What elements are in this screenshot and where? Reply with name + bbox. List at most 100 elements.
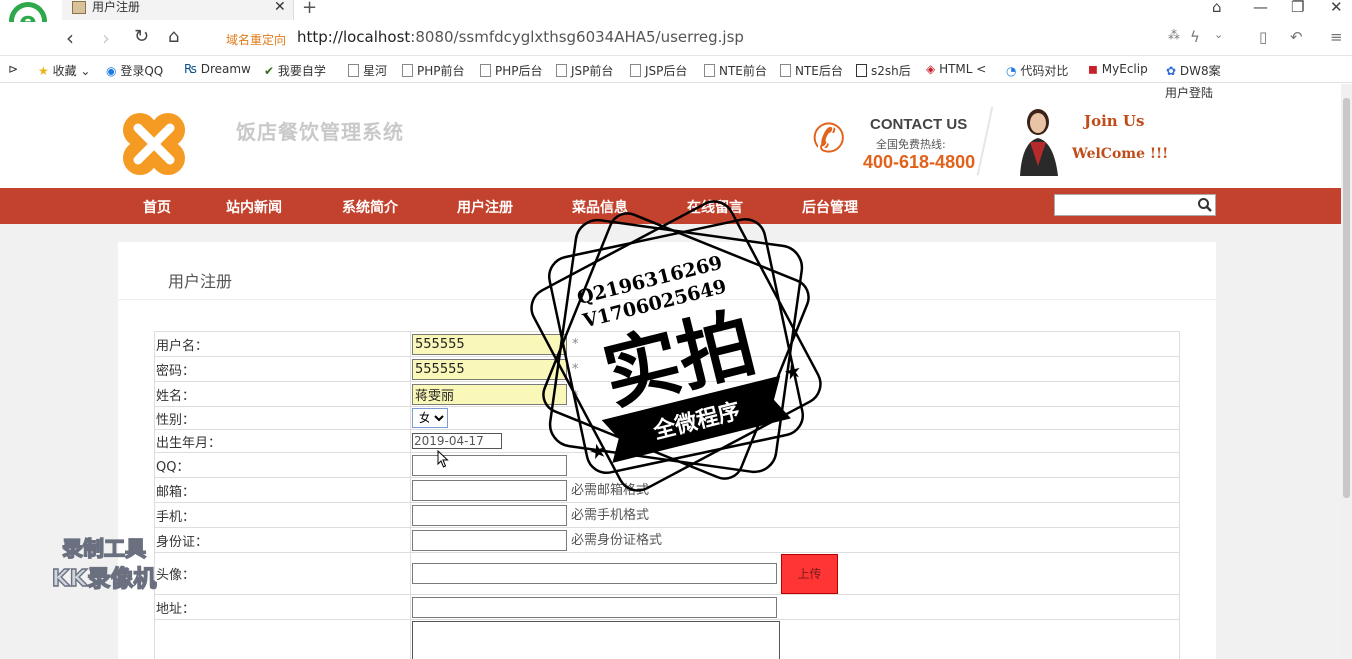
watermark-line-2: KK录像机	[52, 565, 157, 592]
nav-item-intro[interactable]: 系统简介	[342, 197, 398, 217]
grid-icon[interactable]: ⁂	[1168, 28, 1180, 42]
avatar-label: 头像：	[154, 552, 411, 595]
form-row-textarea	[154, 619, 1180, 659]
page-icon	[556, 64, 567, 77]
woman-avatar-icon	[1020, 109, 1058, 176]
mobile-hint: 必需手机格式	[571, 508, 650, 523]
bookmark-item[interactable]: PHP前台	[402, 62, 465, 79]
url-field[interactable]: http://localhost:8080/ssmfdcyglxthsg6034…	[297, 28, 744, 46]
tab-title: 用户注册	[92, 0, 141, 14]
remark-textarea[interactable]	[412, 620, 780, 659]
hotline-label: 全国免费热线:	[876, 138, 946, 151]
menu-icon[interactable]: ≡	[1330, 28, 1343, 46]
mobile-label: 手机：	[154, 502, 411, 528]
bookmark-item[interactable]: NTE后台	[780, 62, 843, 79]
site-search	[1054, 194, 1216, 216]
bookmark-item[interactable]: ◔ 代码对比	[1006, 62, 1068, 79]
sidebar-toggle-icon[interactable]: ⊳	[8, 62, 18, 76]
contact-label: CONTACT US	[870, 116, 968, 133]
form-row-address: 地址：	[154, 594, 1180, 620]
study-icon: ✔	[264, 64, 275, 78]
gender-label: 性别：	[154, 406, 411, 430]
bookmark-item[interactable]: ✔ 我要自学	[264, 62, 326, 79]
page-icon	[402, 64, 413, 77]
nav-item-register[interactable]: 用户注册	[457, 197, 513, 217]
minimize-icon[interactable]: —	[1253, 0, 1268, 16]
skin-icon[interactable]: ⌂	[1212, 0, 1222, 16]
watermark-stamp: Q2196316269 V1706025649 实拍 全微程序 ★ ★	[530, 200, 822, 492]
contact-banner: ✆ CONTACT US 全国免费热线: 400-618-4800	[812, 112, 982, 176]
nav-item-news[interactable]: 站内新闻	[226, 197, 282, 217]
reload-icon[interactable]: ↻	[134, 26, 149, 47]
url-host: http://localhost	[297, 28, 411, 46]
home-icon[interactable]: ⌂	[168, 26, 179, 47]
textarea-cell	[410, 619, 1180, 659]
back-icon[interactable]: ‹	[66, 26, 74, 50]
search-icon[interactable]	[1196, 196, 1214, 214]
hotline-number: 400-618-4800	[863, 152, 976, 172]
active-tab[interactable]: 用户注册 ✕	[62, 0, 294, 20]
page-icon	[780, 64, 791, 77]
bookmark-item[interactable]: JSP前台	[556, 62, 613, 79]
avatar-path-input[interactable]	[412, 563, 777, 584]
bookmark-item[interactable]: 星河	[348, 62, 387, 79]
idcard-input[interactable]	[412, 530, 567, 551]
html-icon: ◈	[926, 62, 936, 76]
close-window-icon[interactable]: ✕	[1330, 0, 1343, 16]
password-label: 密码：	[154, 356, 411, 382]
idcard-cell: 必需身份证格式	[410, 527, 1180, 553]
bookmark-item[interactable]: ◈ HTML <	[926, 62, 986, 76]
bookmark-item[interactable]: ★ 收藏 ⌄	[38, 62, 90, 79]
restore-icon[interactable]: ❐	[1291, 0, 1304, 16]
new-tab-icon[interactable]: +	[302, 0, 317, 18]
scroll-thumb[interactable]	[1343, 98, 1350, 498]
page-icon	[480, 64, 491, 77]
bookmark-item[interactable]: PHP后台	[480, 62, 543, 79]
bookmark-item[interactable]: JSP后台	[630, 62, 687, 79]
name-label: 姓名：	[154, 381, 411, 407]
bookmark-item[interactable]: NTE前台	[704, 62, 767, 79]
myeclipse-icon: ◼	[1088, 62, 1098, 76]
chevron-down-icon[interactable]: ⌄	[1214, 28, 1223, 41]
search-input[interactable]	[1055, 195, 1193, 215]
address-bar: ‹ › ↻ ⌂ 域名重定向 http://localhost:8080/ssmf…	[0, 22, 1352, 56]
star-icon: ★	[38, 64, 49, 78]
address-cell	[410, 594, 1180, 620]
close-tab-icon[interactable]: ✕	[274, 0, 286, 15]
browser-tab-strip: e 用户注册 ✕ + ⌂ — ❐ ✕	[0, 0, 1352, 40]
bookmarks-bar: ⊳ ★ 收藏 ⌄ ◉ 登录QQ ₨ Dreamw ✔ 我要自学 星河 PHP前台…	[0, 57, 1352, 83]
form-row-idcard: 身份证： 必需身份证格式	[154, 527, 1180, 553]
user-login-link[interactable]: 用户登陆	[1165, 84, 1213, 101]
mouse-cursor-icon	[437, 450, 449, 468]
recorder-watermark: 录制工具 KK录像机	[51, 536, 157, 592]
undo-icon[interactable]: ↶	[1290, 28, 1303, 46]
watermark-line-1: 录制工具	[62, 537, 146, 561]
page-icon	[630, 64, 641, 77]
birthday-date-input[interactable]: 2019-04-17	[412, 433, 502, 449]
forward-icon[interactable]: ›	[102, 26, 110, 50]
username-label: 用户名：	[154, 331, 411, 357]
lightning-icon[interactable]: ϟ	[1190, 28, 1200, 46]
redirect-label: 域名重定向	[226, 33, 287, 47]
bookmark-item[interactable]: ₨ Dreamw	[184, 62, 251, 76]
address-input[interactable]	[412, 596, 777, 618]
gender-select[interactable]: 女	[412, 408, 448, 428]
bookmark-item[interactable]: ◉ 登录QQ	[106, 62, 163, 79]
bookmark-item[interactable]: s2sh后	[856, 62, 911, 79]
empty-label	[154, 619, 411, 659]
upload-button[interactable]: 上传	[781, 553, 838, 594]
bookmark-page-icon[interactable]: ▯	[1259, 28, 1267, 46]
page-icon	[348, 64, 359, 77]
idcard-label: 身份证：	[154, 527, 411, 553]
mobile-input[interactable]	[412, 505, 567, 526]
qq-icon: ◉	[106, 64, 117, 78]
bookmark-item[interactable]: ✿ DW8案	[1166, 62, 1221, 79]
nav-item-home[interactable]: 首页	[143, 197, 171, 217]
image-icon	[856, 64, 867, 77]
page-scrollbar[interactable]	[1341, 84, 1352, 659]
form-row-avatar: 头像： 上传	[154, 552, 1180, 595]
birthday-label: 出生年月：	[154, 429, 411, 453]
dreamweaver-icon: ₨	[184, 62, 197, 76]
site-title: 饭店餐饮管理系统	[236, 120, 404, 144]
bookmark-item[interactable]: ◼ MyEclip	[1088, 62, 1148, 76]
